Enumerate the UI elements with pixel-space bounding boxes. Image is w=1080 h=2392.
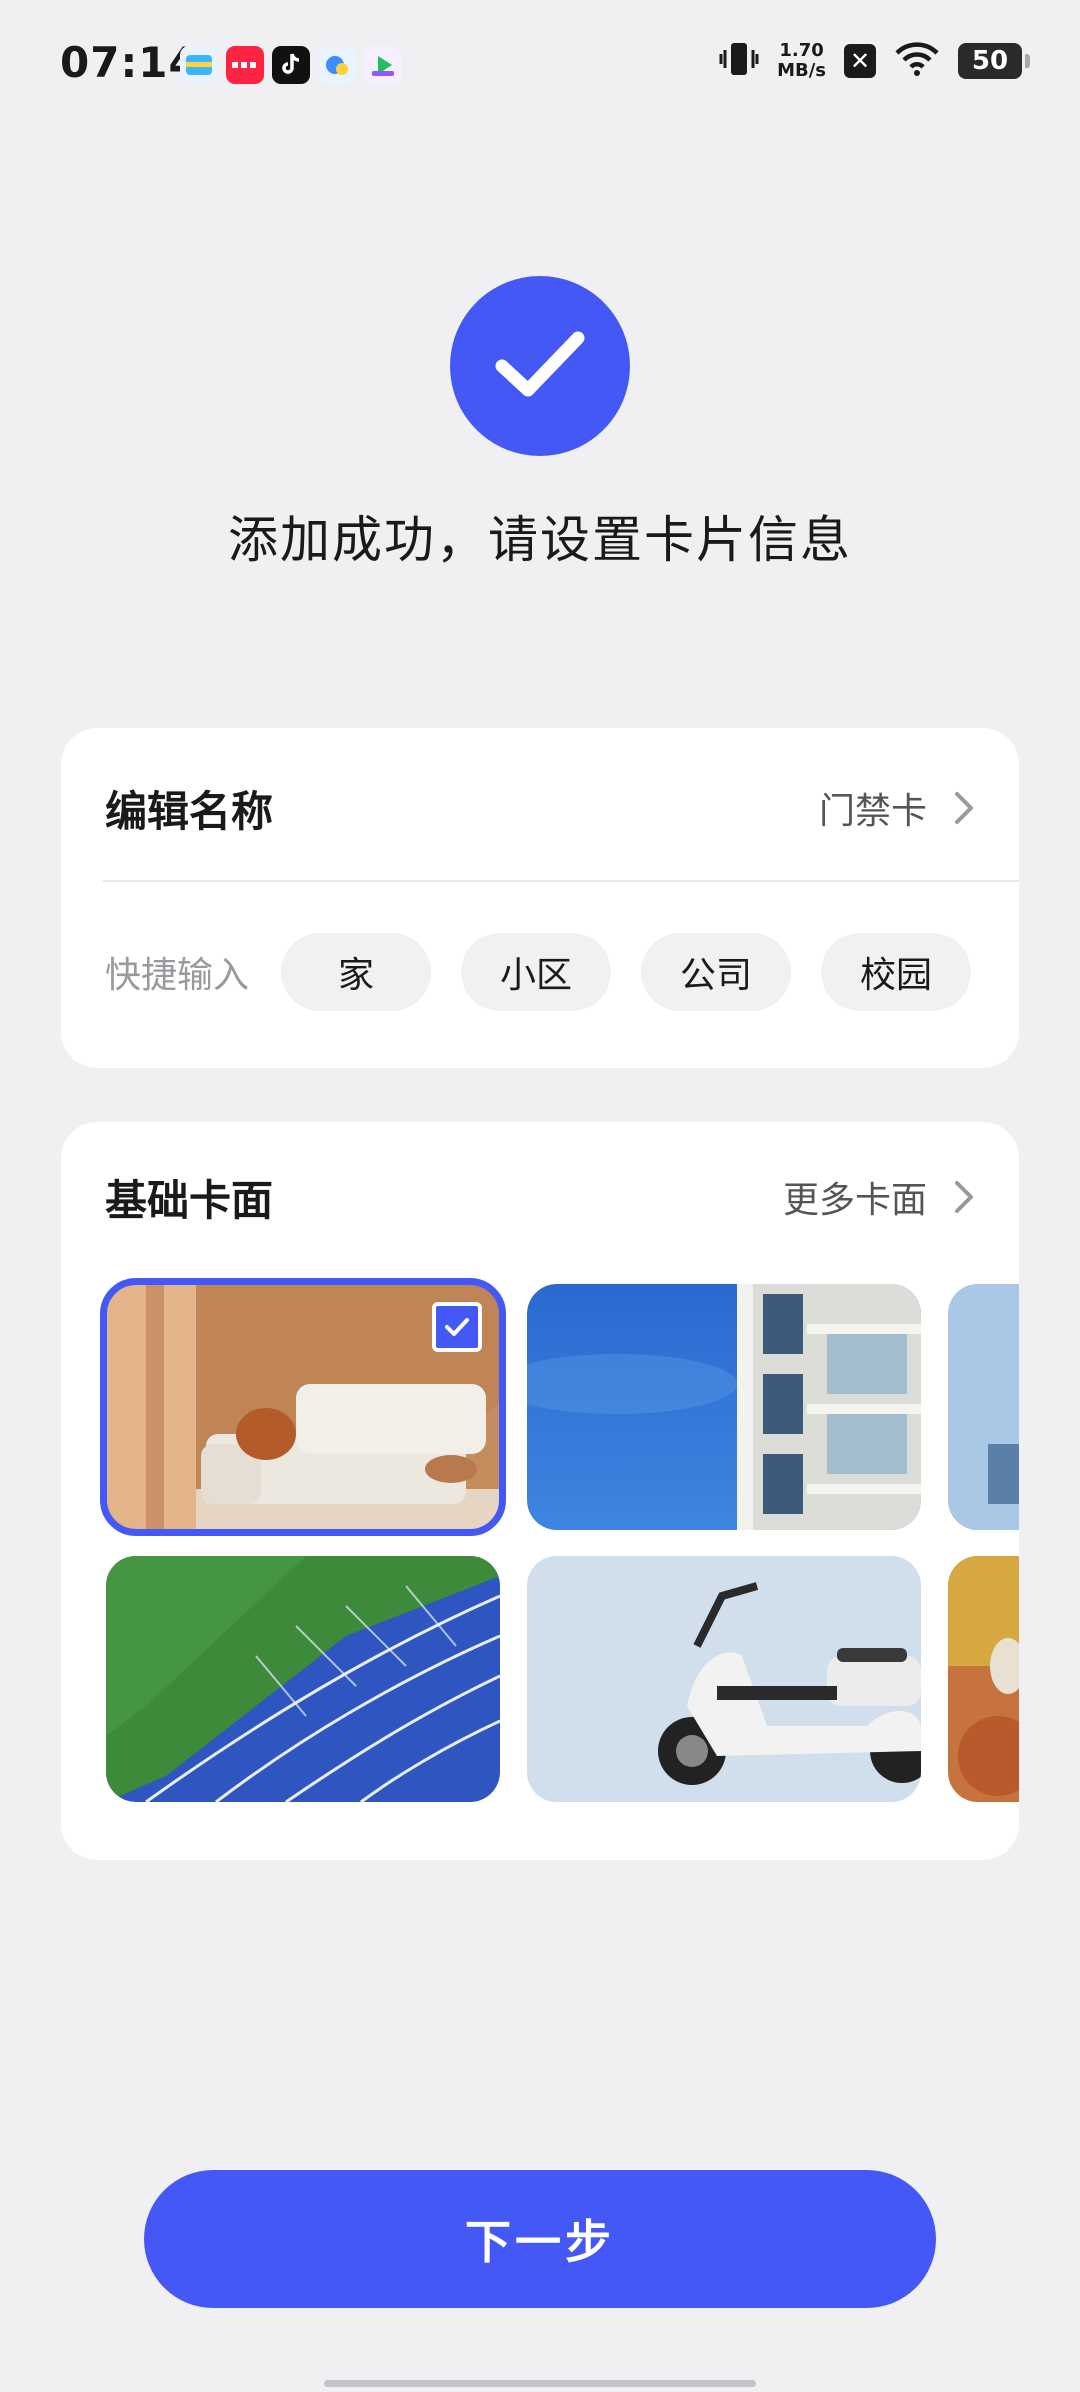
card-face-header: 基础卡面 更多卡面 (105, 1122, 979, 1272)
scooter-image (527, 1556, 921, 1802)
building-partial-image (948, 1284, 1019, 1530)
vibrate-icon (719, 40, 759, 82)
chevron-right-icon (955, 1181, 973, 1213)
card-face-running-track[interactable] (106, 1556, 500, 1802)
success-check-icon (450, 276, 630, 456)
wallet-app-icon (180, 46, 218, 84)
douyin-app-icon (272, 46, 310, 84)
quick-chip-company[interactable]: 公司 (641, 933, 792, 1011)
edit-name-row[interactable]: 编辑名称 门禁卡 (105, 728, 979, 888)
quick-chip-campus[interactable]: 校园 (821, 933, 972, 1011)
home-indicator[interactable] (324, 2380, 756, 2387)
name-card: 编辑名称 门禁卡 快捷输入 家 小区 公司 校园 (61, 728, 1019, 1068)
chevron-right-icon (955, 792, 973, 824)
files-app-icon (318, 46, 356, 84)
quick-chip-community[interactable]: 小区 (461, 933, 612, 1011)
card-face-orange[interactable] (948, 1556, 1019, 1802)
page-title: 添加成功，请设置卡片信息 (228, 511, 852, 569)
next-step-button[interactable]: 下一步 (144, 2170, 936, 2308)
quick-input-row: 快捷输入 家 小区 公司 校园 (105, 933, 972, 1011)
card-face-section: 基础卡面 更多卡面 (61, 1122, 1019, 1860)
card-face-building[interactable] (527, 1284, 921, 1530)
card-face-building-2[interactable] (948, 1284, 1019, 1530)
notification-icons (180, 46, 402, 84)
network-speed-value: 1.70 (779, 40, 824, 61)
more-faces-label: 更多卡面 (782, 1180, 927, 1221)
more-faces-link[interactable]: 更多卡面 (783, 1171, 979, 1223)
battery-level: 50 (971, 46, 1009, 76)
quick-chip-home[interactable]: 家 (281, 933, 432, 1011)
wifi-icon (894, 41, 940, 81)
divider (103, 880, 1019, 882)
orange-partial-image (948, 1556, 1019, 1802)
network-speed-unit: MB/s (777, 60, 826, 81)
card-name-value: 门禁卡 (818, 791, 927, 832)
x-app-icon: ✕ (844, 44, 876, 78)
battery-indicator: 50 (958, 43, 1030, 79)
status-bar: 07:14 1.70 MB/s ✕ 50 (0, 0, 1080, 130)
edit-name-label: 编辑名称 (105, 786, 274, 836)
video-app-icon (364, 46, 402, 84)
xiaohongshu-app-icon (226, 46, 264, 84)
card-face-label: 基础卡面 (105, 1175, 274, 1225)
selected-check-icon (432, 1302, 482, 1352)
running-track-image (106, 1556, 500, 1802)
network-speed: 1.70 MB/s (777, 41, 826, 81)
quick-input-label: 快捷输入 (105, 955, 250, 996)
system-icons: 1.70 MB/s ✕ 50 (719, 40, 1030, 82)
clock: 07:14 (60, 38, 199, 87)
card-face-living-room[interactable] (100, 1278, 506, 1536)
card-face-scooter[interactable] (527, 1556, 921, 1802)
building-image (527, 1284, 921, 1530)
